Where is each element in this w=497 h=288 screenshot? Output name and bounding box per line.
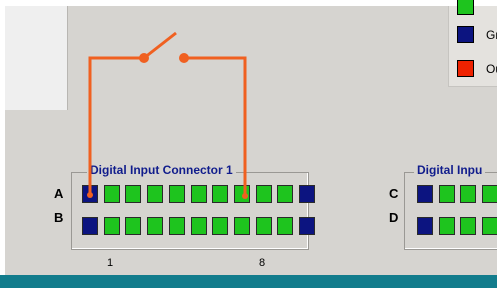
wire-right xyxy=(184,56,247,196)
switch-wire-diagram xyxy=(87,31,248,199)
wire-left xyxy=(88,56,144,195)
app-canvas: Gr Ou Digital Input Connector 1 A B 1 8 … xyxy=(0,0,497,288)
switch-contact-left[interactable] xyxy=(139,53,149,63)
wire-endpoint-pin-a1 xyxy=(87,192,93,198)
wire-endpoint-pin-a8 xyxy=(242,193,248,199)
switch-contact-right[interactable] xyxy=(179,53,189,63)
status-bar xyxy=(0,275,497,288)
switch-lever xyxy=(143,31,177,60)
